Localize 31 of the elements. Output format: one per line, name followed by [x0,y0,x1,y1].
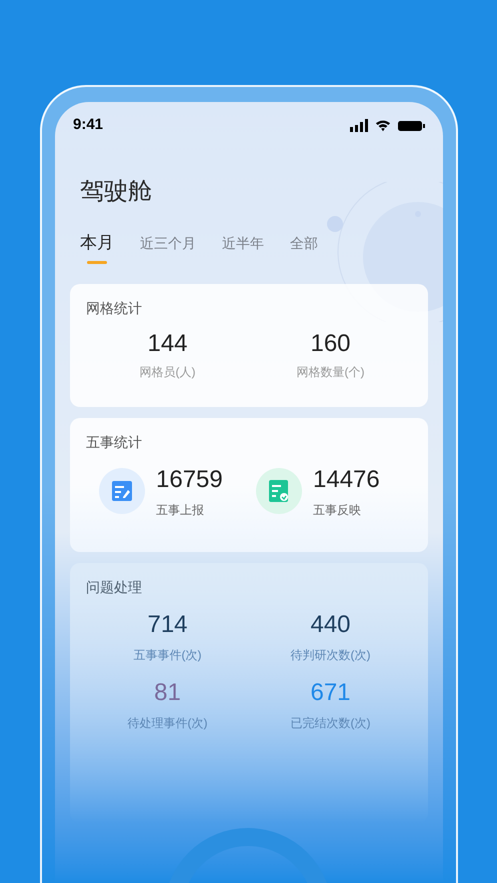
period-tab[interactable]: 全部 [290,230,318,264]
stat-label: 五事上报 [156,502,205,518]
page-title: 驾驶舱 [80,177,153,207]
stat-value: 671 [310,678,351,708]
stat-label: 网格员(人) [140,364,196,380]
wifi-icon [375,119,391,132]
stat-value: 16759 [156,464,223,494]
signal-icon [350,119,368,132]
stat-label: 网格数量(个) [296,364,364,380]
battery-icon [398,120,425,130]
card-title: 问题处理 [86,578,143,596]
note-edit-icon [98,466,146,514]
status-time: 9:41 [73,115,104,136]
stat-label: 五事事件(次) [134,646,202,664]
period-tab[interactable]: 本月 [80,230,114,264]
tab-underline [87,260,107,264]
card-title: 五事统计 [86,432,143,452]
stat-value: 14476 [313,464,380,494]
stat-label: 五事反映 [313,502,362,518]
document-check-icon [255,466,303,514]
stat-value: 440 [310,610,351,640]
period-tab[interactable]: 近半年 [222,230,264,264]
card-title: 网格统计 [86,298,143,318]
period-tab[interactable]: 近三个月 [140,230,196,264]
stat-label: 待判研次数(次) [290,646,370,664]
stat-value: 714 [147,610,188,640]
stat-label: 待处理事件(次) [128,714,208,732]
stat-value: 160 [310,328,351,358]
stat-value: 81 [154,678,181,708]
stat-value: 144 [147,328,188,358]
stat-label: 已完结次数(次) [290,714,370,732]
